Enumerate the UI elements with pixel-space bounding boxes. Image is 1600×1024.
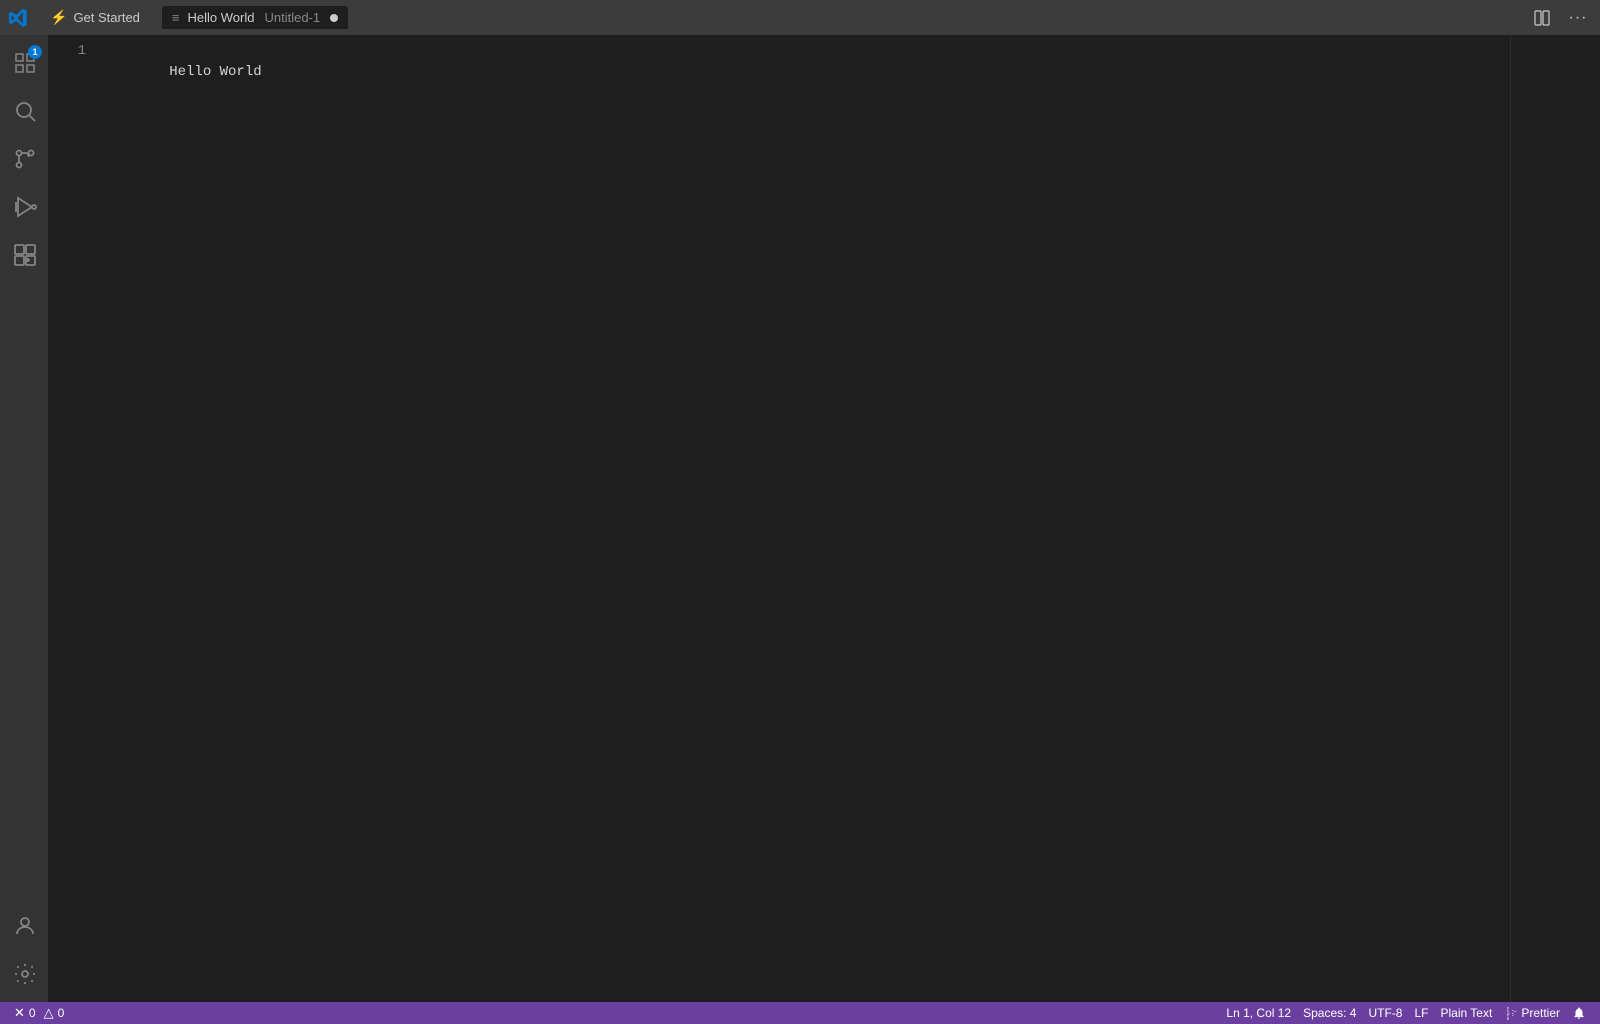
minimap	[1510, 35, 1600, 1002]
get-started-tab[interactable]: ⚡ Get Started	[40, 5, 150, 30]
file-icon-gs: ⚡	[50, 9, 67, 26]
more-actions-button[interactable]: ···	[1564, 6, 1592, 30]
extensions-activity-icon[interactable]	[0, 231, 48, 279]
line-ending-status[interactable]: LF	[1408, 1006, 1434, 1020]
explorer-badge: 1	[28, 45, 42, 59]
status-bar-right: Ln 1, Col 12 Spaces: 4 UTF-8 LF Plain Te…	[1220, 1006, 1592, 1020]
editor-area: 1 Hello World	[48, 35, 1600, 1002]
more-icon: ···	[1569, 9, 1588, 27]
split-editor-button[interactable]	[1528, 6, 1556, 30]
settings-activity-icon[interactable]	[0, 950, 48, 998]
line-number-1: 1	[48, 41, 86, 62]
spaces-status[interactable]: Spaces: 4	[1297, 1006, 1362, 1020]
source-control-activity-icon[interactable]	[0, 135, 48, 183]
get-started-label: Get Started	[73, 10, 139, 25]
bell-icon	[1572, 1006, 1586, 1020]
editor-content[interactable]: 1 Hello World	[48, 35, 1600, 1002]
code-editor[interactable]: Hello World	[98, 35, 1510, 1002]
tab-primary-name: Hello World	[188, 10, 255, 25]
account-activity-icon[interactable]	[0, 902, 48, 950]
prettier-text: Prettier	[1521, 1006, 1560, 1020]
notifications-button[interactable]	[1566, 1006, 1592, 1020]
title-bar: ⚡ Get Started ≡ Hello World Untitled-1 ·…	[0, 0, 1600, 35]
warning-count: 0	[58, 1006, 65, 1020]
vscode-logo	[8, 8, 28, 28]
prettier-icon	[1504, 1007, 1517, 1020]
line-col-status[interactable]: Ln 1, Col 12	[1220, 1006, 1297, 1020]
line-ending-text: LF	[1414, 1006, 1428, 1020]
language-text: Plain Text	[1441, 1006, 1493, 1020]
main-area: 1	[0, 35, 1600, 1002]
language-status[interactable]: Plain Text	[1435, 1006, 1499, 1020]
tab-secondary-name: Untitled-1	[264, 10, 320, 25]
activity-bar: 1	[0, 35, 48, 1002]
prettier-status[interactable]: Prettier	[1498, 1006, 1566, 1020]
status-bar-left: ✕ 0 △ 0	[8, 1005, 70, 1021]
line-numbers: 1	[48, 35, 98, 1002]
line-col-text: Ln 1, Col 12	[1226, 1006, 1291, 1020]
encoding-text: UTF-8	[1368, 1006, 1402, 1020]
warning-icon: △	[44, 1005, 54, 1021]
errors-status[interactable]: ✕ 0 △ 0	[8, 1005, 70, 1021]
active-tab[interactable]: ≡ Hello World Untitled-1	[162, 6, 348, 29]
error-icon: ✕	[14, 1005, 25, 1021]
error-count: 0	[29, 1006, 36, 1020]
editor-line-1: Hello World	[169, 64, 261, 80]
activity-bar-bottom	[0, 902, 48, 998]
run-debug-activity-icon[interactable]	[0, 183, 48, 231]
file-tab-icon: ≡	[172, 10, 180, 25]
status-bar: ✕ 0 △ 0 Ln 1, Col 12 Spaces: 4 UTF-8 LF …	[0, 1002, 1600, 1024]
encoding-status[interactable]: UTF-8	[1362, 1006, 1408, 1020]
title-bar-actions: ···	[1528, 6, 1592, 30]
explorer-activity-icon[interactable]: 1	[0, 39, 48, 87]
spaces-text: Spaces: 4	[1303, 1006, 1356, 1020]
tab-modified-dot	[330, 14, 338, 22]
search-activity-icon[interactable]	[0, 87, 48, 135]
